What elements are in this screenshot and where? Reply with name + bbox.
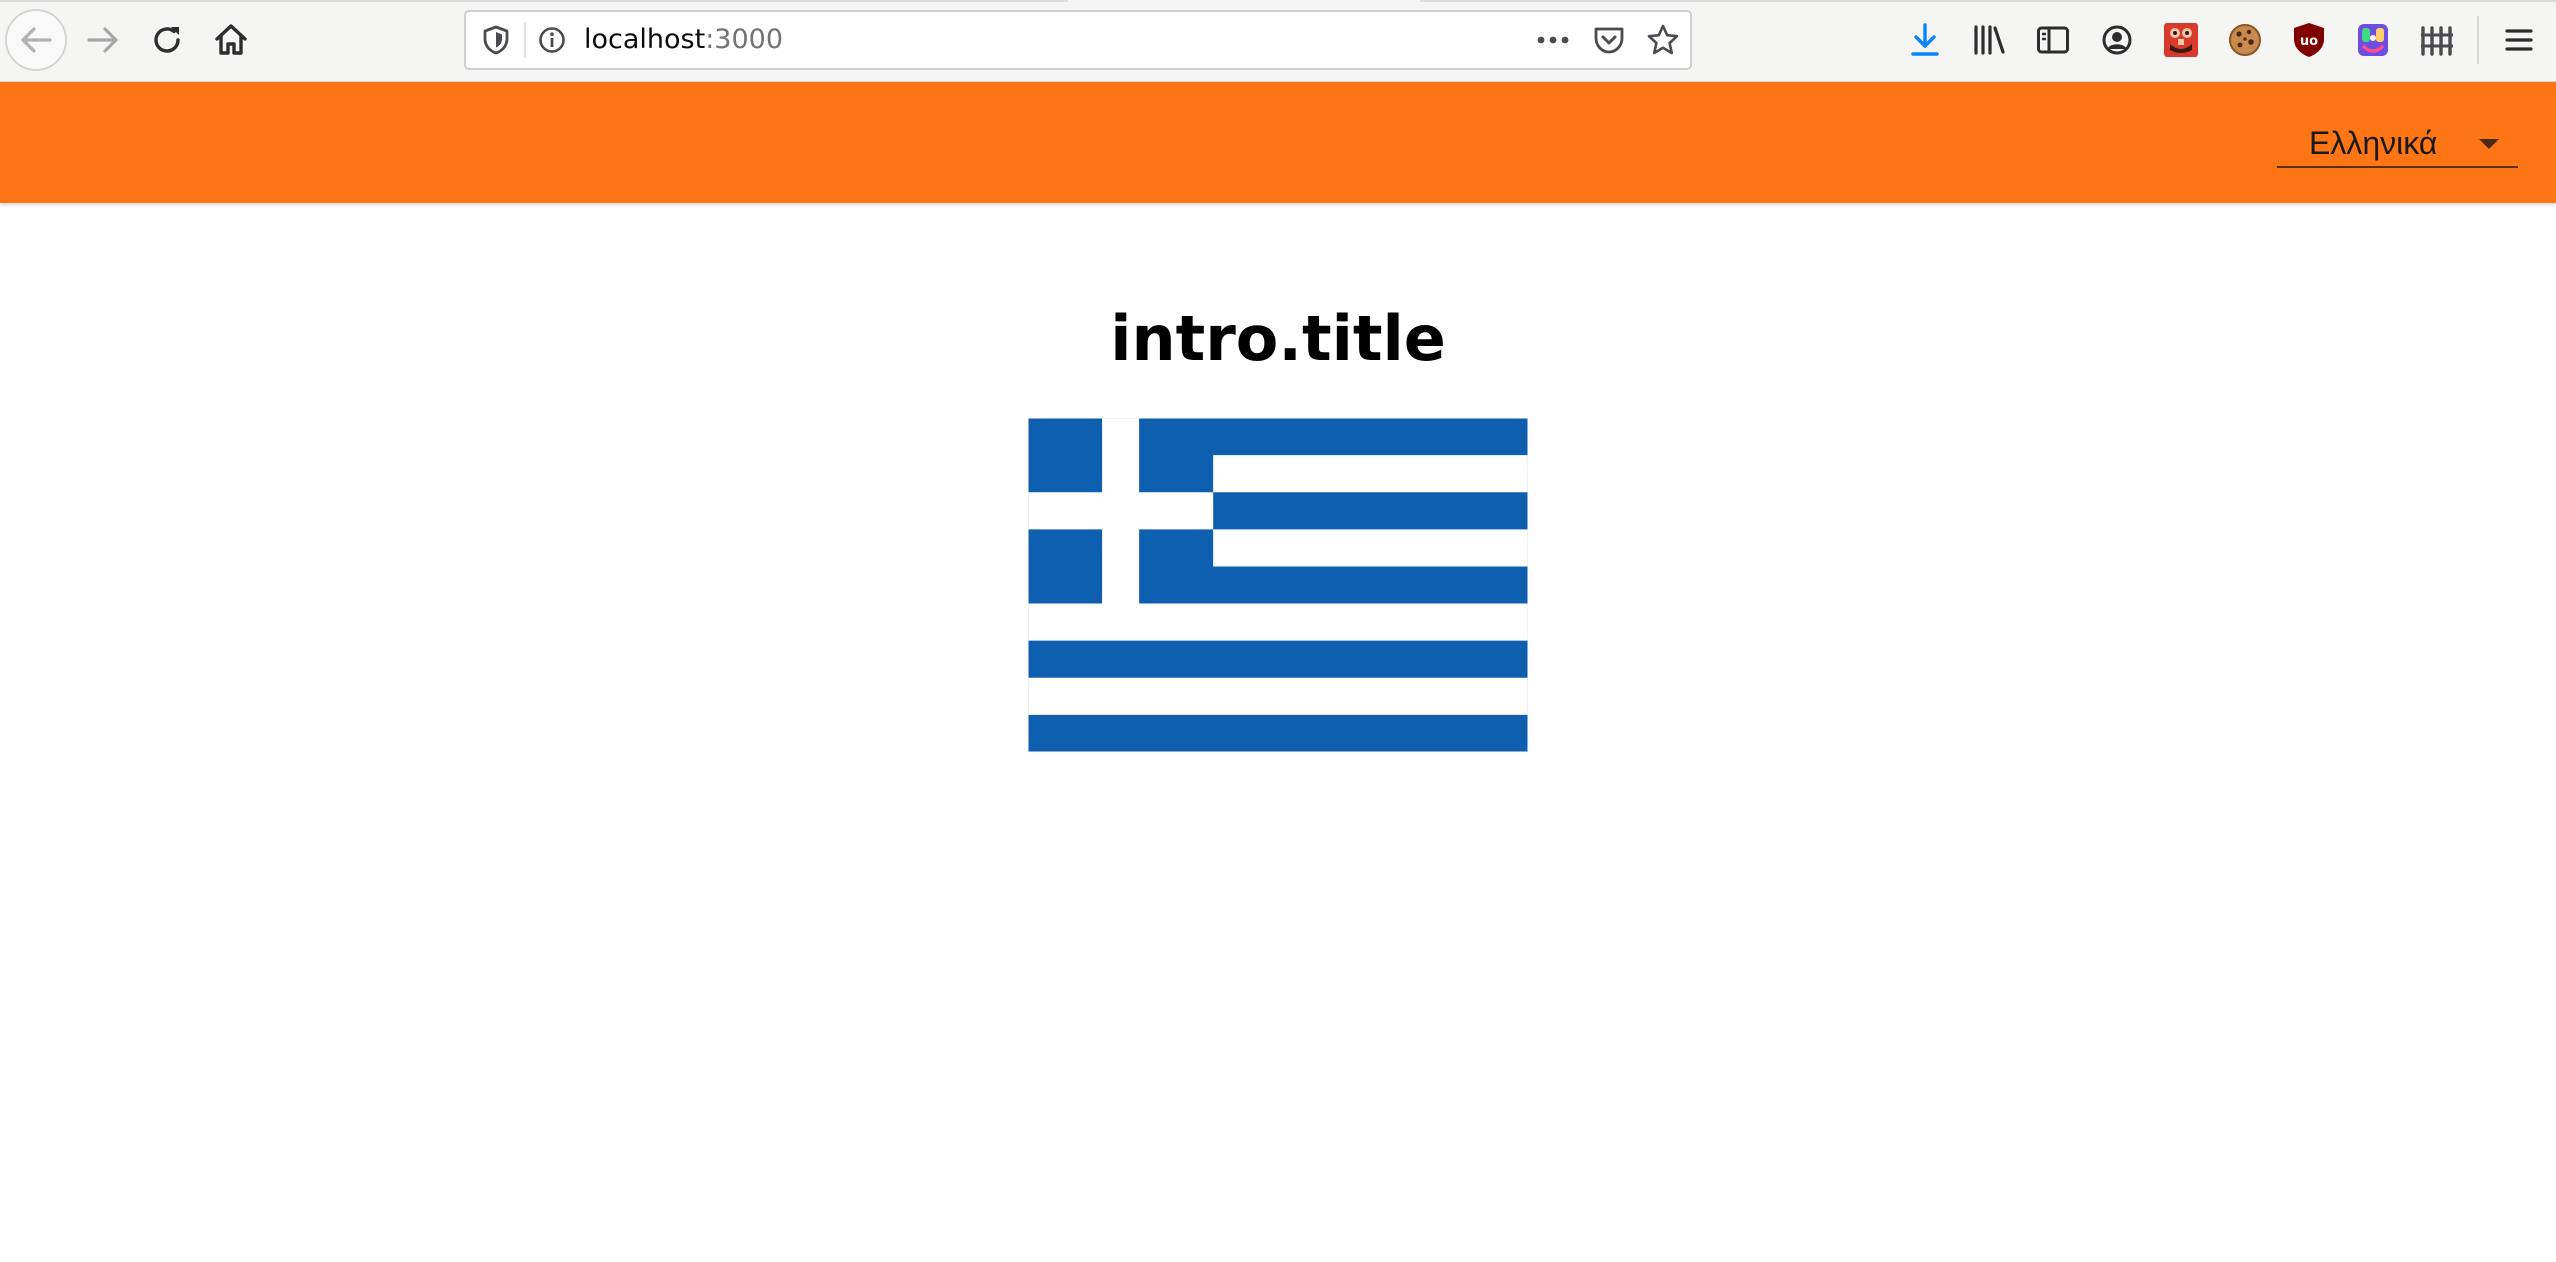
greek-flag-icon <box>1028 418 1528 752</box>
url-host: localhost <box>584 24 706 55</box>
bookmark-button[interactable] <box>1640 12 1686 68</box>
extension-button-cookie[interactable] <box>2214 9 2276 71</box>
extension-red-icon <box>2164 23 2198 57</box>
account-icon <box>2102 25 2132 55</box>
extension-button-ublock[interactable]: uo <box>2278 9 2340 71</box>
bookmark-star-icon <box>1647 24 1679 55</box>
language-select[interactable]: Ελληνικά <box>2277 124 2518 168</box>
forward-button[interactable] <box>72 9 134 71</box>
app-header: Ελληνικά <box>0 82 2556 203</box>
tracking-protection-shield-icon <box>483 25 509 55</box>
tracking-protection-button[interactable] <box>476 12 516 68</box>
pocket-icon <box>1594 27 1624 54</box>
forward-arrow-icon <box>87 27 118 53</box>
svg-text:uo: uo <box>2300 34 2318 49</box>
colorful-extension-icon <box>2358 24 2388 56</box>
more-dots-icon <box>1537 36 1569 44</box>
cookie-icon <box>2229 24 2261 56</box>
back-arrow-icon <box>21 27 52 53</box>
language-select-value: Ελληνικά <box>2309 125 2438 161</box>
pocket-button[interactable] <box>1586 12 1632 68</box>
account-button[interactable] <box>2086 9 2148 71</box>
url-separator <box>524 22 526 58</box>
menu-button[interactable] <box>2488 9 2550 71</box>
toolbar-separator <box>2477 16 2479 64</box>
page-title: intro.title <box>1110 302 1446 375</box>
download-arrow-icon <box>1911 23 1939 56</box>
url-bar[interactable]: localhost:3000 <box>464 10 1692 70</box>
extension-button-fence[interactable] <box>2406 9 2468 71</box>
reload-button[interactable] <box>136 9 198 71</box>
sidebar-button[interactable] <box>2022 9 2084 71</box>
ublock-origin-icon: uo <box>2294 23 2324 57</box>
extension-button-colorful[interactable] <box>2342 9 2404 71</box>
library-icon <box>1974 25 2005 55</box>
dropdown-caret-icon <box>2479 139 2499 149</box>
active-tab-indicator <box>1068 0 1420 2</box>
reload-icon <box>154 27 180 53</box>
url-text[interactable]: localhost:3000 <box>584 12 783 68</box>
home-icon <box>215 24 247 55</box>
downloads-button[interactable] <box>1894 9 1956 71</box>
fence-icon <box>2421 26 2453 56</box>
sidebar-icon <box>2037 26 2069 54</box>
back-button[interactable] <box>5 9 67 71</box>
page-actions-button[interactable] <box>1530 12 1576 68</box>
url-port: :3000 <box>705 24 784 55</box>
site-info-button[interactable] <box>532 12 572 68</box>
extension-button-1[interactable] <box>2150 9 2212 71</box>
browser-toolbar: localhost:3000 uo <box>0 0 2556 82</box>
hamburger-menu-icon <box>2505 29 2533 51</box>
home-button[interactable] <box>200 9 262 71</box>
greek-flag <box>1028 418 1528 752</box>
library-button[interactable] <box>1958 9 2020 71</box>
site-info-icon <box>539 27 565 53</box>
